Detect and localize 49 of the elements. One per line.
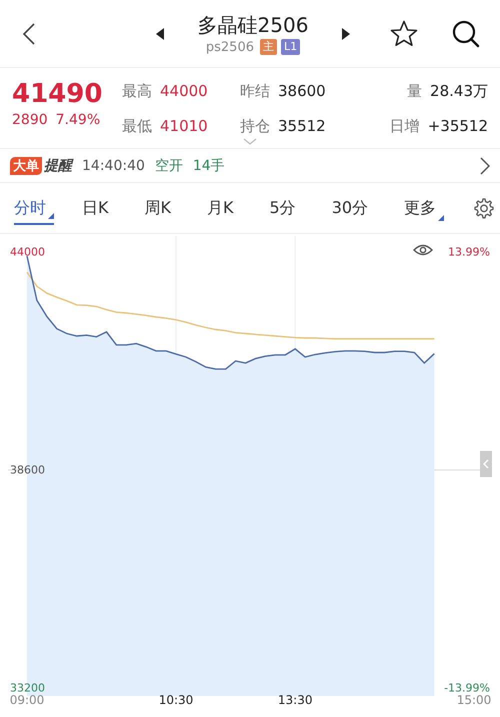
stat-label: 日增: [390, 116, 420, 136]
axis-label: 09:00: [10, 693, 44, 707]
tag: L1: [280, 39, 300, 55]
stat-label: 持仓: [240, 116, 270, 136]
instrument-title: 多晶硅2506: [198, 12, 308, 38]
period-tab[interactable]: 月K: [207, 192, 242, 224]
stat-value: 28.43万: [430, 80, 488, 100]
alert-action: 空开: [154, 156, 183, 174]
period-tab[interactable]: 30分: [332, 192, 376, 224]
stat-label: 最高: [122, 80, 152, 100]
alert-time: 14:40:40: [82, 158, 145, 174]
axis-label: 38600: [10, 464, 45, 476]
axis-label: 15:00: [456, 693, 492, 707]
axis-label: 13.99%: [448, 246, 490, 258]
instrument-code: ps2506: [206, 40, 254, 54]
stat-label: 昨结: [240, 80, 270, 100]
period-tab[interactable]: 5分: [270, 192, 304, 224]
axis-label: -13.99%: [444, 682, 490, 694]
chevron-right-icon[interactable]: [480, 156, 490, 174]
search-icon[interactable]: [452, 20, 480, 48]
axis-label: 10:30: [158, 693, 194, 707]
stat-label: 量: [407, 80, 422, 100]
alert-tag: 大单: [10, 156, 42, 174]
eye-icon[interactable]: [413, 244, 433, 256]
stat-label: 最低: [122, 116, 152, 136]
previous-icon[interactable]: [156, 28, 164, 40]
stat-value: 41010: [160, 116, 208, 136]
percent-change: 7.49%: [56, 112, 100, 128]
axis-label: 44000: [10, 246, 45, 258]
period-tab[interactable]: 分时: [14, 192, 54, 224]
tag: 主: [260, 39, 277, 55]
back-icon[interactable]: [22, 22, 36, 46]
axis-label: 33200: [10, 682, 45, 694]
star-icon[interactable]: [390, 20, 418, 47]
axis-label: 13:30: [278, 693, 312, 707]
period-tab[interactable]: 日K: [82, 192, 116, 224]
period-tab[interactable]: 周K: [144, 192, 179, 224]
stat-value: 35512: [278, 116, 326, 136]
stat-value: +35512: [428, 116, 488, 136]
period-tab[interactable]: 更多: [404, 192, 444, 224]
alert-volume: 14手: [192, 156, 225, 174]
stat-value: 38600: [278, 80, 326, 100]
next-icon[interactable]: [342, 28, 350, 40]
stat-value: 44000: [160, 80, 208, 100]
price-change: 2890: [12, 112, 48, 128]
alert-title: 提醒: [44, 156, 72, 174]
settings-icon[interactable]: [472, 197, 494, 219]
collapse-handle[interactable]: [480, 451, 492, 477]
last-price: 41490: [12, 78, 104, 110]
